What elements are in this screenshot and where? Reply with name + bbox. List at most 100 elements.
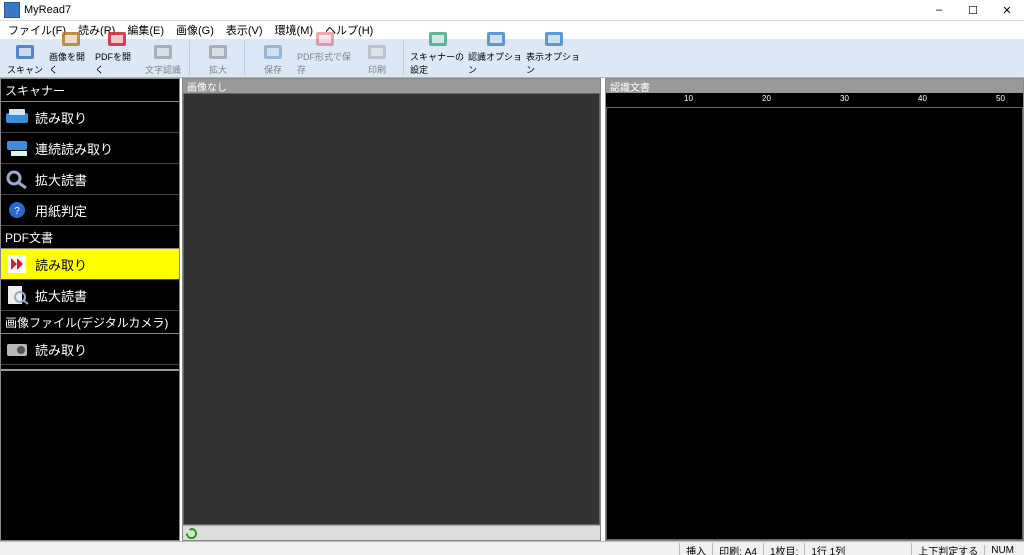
refresh-icon[interactable] — [186, 528, 197, 539]
sidebar-group-header: PDF文書 — [1, 226, 179, 249]
dispopt-icon — [543, 29, 565, 49]
toolbar: スキャン画像を開くPDFを開く文字認識 拡大 保存 PDF形式で保存印刷 スキャナーの設… — [0, 39, 1024, 78]
toolbar-scan-button[interactable]: スキャン — [3, 40, 47, 77]
save-icon — [262, 42, 284, 62]
sidebar-item-label: 拡大読書 — [35, 286, 87, 305]
toolbar-separator — [189, 41, 194, 75]
title-bar: MyRead7 – ☐ ✕ — [0, 0, 1024, 21]
scan-icon — [14, 42, 36, 62]
toolbar-label: 拡大 — [209, 63, 227, 76]
scanner-multi-icon — [5, 137, 29, 159]
scanset-icon — [427, 29, 449, 49]
toolbar-label: スキャナーの設定 — [410, 50, 466, 76]
toolbar-opt-button[interactable]: 認識オプション — [468, 40, 524, 77]
toolbar-label: 保存 — [264, 63, 282, 76]
status-cell: 上下判定する — [911, 543, 984, 555]
open-icon — [60, 29, 82, 49]
window-buttons: – ☐ ✕ — [922, 0, 1024, 20]
toolbar-label: PDF形式で保存 — [297, 50, 353, 76]
image-pane: 画像なし — [182, 78, 601, 541]
status-cell: 挿入 — [679, 543, 712, 555]
ruler: 10 20 30 40 50 — [606, 93, 1023, 107]
sidebar-item[interactable]: 読み取り — [1, 102, 179, 133]
sidebar-preview — [1, 369, 179, 540]
sidebar-item[interactable]: 連続読み取り — [1, 133, 179, 164]
sidebar-item-label: 読み取り — [35, 340, 87, 359]
toolbar-zoom-button: 拡大 — [196, 40, 240, 77]
ruler-mark: 20 — [762, 94, 771, 103]
sidebar-item-label: 用紙判定 — [35, 201, 87, 220]
toolbar-label: 文字認識 — [145, 63, 181, 76]
sidebar-group-header: 画像ファイル(デジタルカメラ) — [1, 311, 179, 334]
document-pane-header: 認識文書 — [606, 79, 1023, 93]
image-pane-body[interactable] — [183, 93, 600, 525]
menu-item[interactable]: 環境(M) — [269, 20, 320, 40]
status-cell: 1枚目: — [763, 543, 804, 555]
toolbar-label: 表示オプション — [526, 50, 582, 76]
print-icon — [366, 42, 388, 62]
zoom-icon — [207, 42, 229, 62]
menu-item[interactable]: 表示(V) — [220, 20, 269, 40]
sidebar-item[interactable]: 読み取り — [1, 249, 179, 280]
camera-icon — [5, 338, 29, 360]
sidebar-item[interactable]: ? 用紙判定 — [1, 195, 179, 226]
status-bar: 挿入印刷: A41枚目:1行 1列 上下判定するNUM — [0, 541, 1024, 555]
paper-icon: ? — [5, 199, 29, 221]
pdf-icon — [106, 29, 128, 49]
svg-text:?: ? — [14, 206, 20, 217]
sidebar: スキャナー読み取り連続読み取り拡大読書?用紙判定PDF文書読み取り拡大読書画像フ… — [0, 78, 180, 541]
toolbar-separator — [244, 41, 249, 75]
app-icon — [4, 2, 20, 18]
menu-item[interactable]: 画像(G) — [170, 20, 220, 40]
toolbar-save-button: 保存 — [251, 40, 295, 77]
panes-container: 画像なし 認識文書 10 20 30 40 50 — [180, 78, 1024, 541]
magnify-icon — [5, 168, 29, 190]
ruler-mark: 10 — [684, 94, 693, 103]
status-cell: 1行 1列 — [804, 543, 851, 555]
sidebar-item-label: 連続読み取り — [35, 139, 113, 158]
image-pane-status — [183, 525, 600, 540]
sidebar-item[interactable]: 拡大読書 — [1, 280, 179, 311]
main-area: スキャナー読み取り連続読み取り拡大読書?用紙判定PDF文書読み取り拡大読書画像フ… — [0, 78, 1024, 541]
status-cell: 印刷: A4 — [712, 543, 763, 555]
sidebar-item-label: 読み取り — [35, 255, 87, 274]
toolbar-ocr-button: 文字認識 — [141, 40, 185, 77]
toolbar-scanset-button[interactable]: スキャナーの設定 — [410, 40, 466, 77]
pdf-icon — [5, 253, 29, 275]
document-pane: 認識文書 10 20 30 40 50 — [605, 78, 1024, 541]
toolbar-label: スキャン — [7, 63, 43, 76]
minimize-button[interactable]: – — [922, 0, 956, 20]
app-title: MyRead7 — [24, 4, 71, 16]
sidebar-item[interactable]: 読み取り — [1, 334, 179, 365]
magnify-doc-icon — [5, 284, 29, 306]
toolbar-label: 印刷 — [368, 63, 386, 76]
toolbar-label: PDFを開く — [95, 50, 139, 76]
close-button[interactable]: ✕ — [990, 0, 1024, 20]
toolbar-print-button: 印刷 — [355, 40, 399, 77]
toolbar-dispopt-button[interactable]: 表示オプション — [526, 40, 582, 77]
toolbar-label: 画像を開く — [49, 50, 93, 76]
toolbar-label: 認識オプション — [468, 50, 524, 76]
pdfsave-icon — [314, 29, 336, 49]
ocr-icon — [152, 42, 174, 62]
toolbar-pdf-button[interactable]: PDFを開く — [95, 40, 139, 77]
maximize-button[interactable]: ☐ — [956, 0, 990, 20]
toolbar-open-button[interactable]: 画像を開く — [49, 40, 93, 77]
sidebar-upper: スキャナー読み取り連続読み取り拡大読書?用紙判定PDF文書読み取り拡大読書画像フ… — [1, 79, 179, 369]
scanner-icon — [5, 106, 29, 128]
image-pane-header: 画像なし — [183, 79, 600, 93]
sidebar-group-header: スキャナー — [1, 79, 179, 102]
menu-item[interactable]: 編集(E) — [121, 20, 170, 40]
status-cell: NUM — [984, 545, 1020, 555]
toolbar-separator — [403, 41, 408, 75]
menu-bar: ファイル(F)読み(R)編集(E)画像(G)表示(V)環境(M)ヘルプ(H) — [0, 21, 1024, 39]
sidebar-item-label: 拡大読書 — [35, 170, 87, 189]
opt-icon — [485, 29, 507, 49]
sidebar-item-label: 読み取り — [35, 108, 87, 127]
document-pane-body[interactable] — [606, 107, 1023, 540]
ruler-mark: 30 — [840, 94, 849, 103]
ruler-mark: 40 — [918, 94, 927, 103]
ruler-mark: 50 — [996, 94, 1005, 103]
sidebar-item[interactable]: 拡大読書 — [1, 164, 179, 195]
toolbar-pdfsave-button: PDF形式で保存 — [297, 40, 353, 77]
